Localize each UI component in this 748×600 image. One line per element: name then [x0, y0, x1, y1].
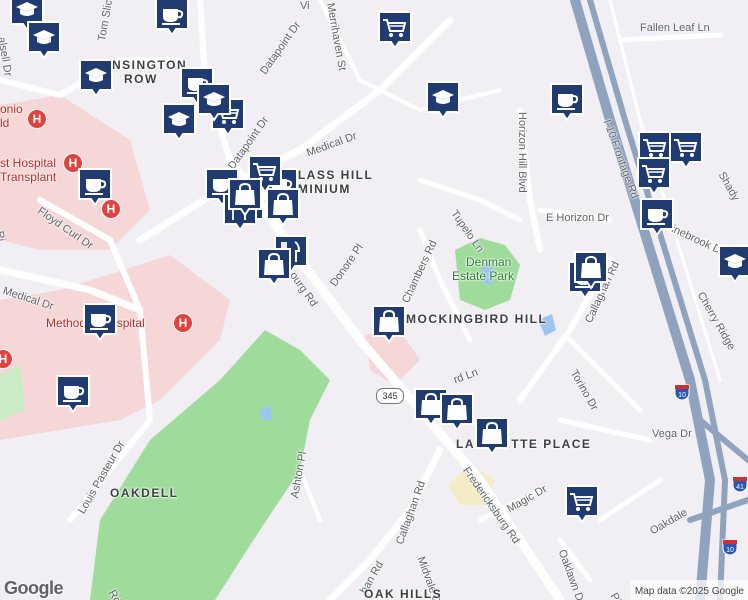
school-icon: [426, 81, 460, 120]
school-icon: [79, 59, 113, 98]
road-fallen-leaf: [617, 32, 723, 43]
shopping-bag-icon: [228, 178, 262, 217]
shopping-bag-icon: [372, 305, 406, 344]
interstate-10-a: 10: [673, 383, 691, 401]
shopping-bag-icon: [257, 248, 291, 287]
coffee-icon: [83, 303, 117, 342]
coffee-icon: [155, 0, 189, 37]
cart-icon: [565, 485, 599, 524]
map-marker[interactable]: [377, 10, 413, 50]
cart-icon: [378, 11, 412, 50]
hospital-icon[interactable]: H: [173, 313, 193, 333]
interstate-10-b: 10: [721, 538, 739, 556]
school-icon: [27, 21, 61, 60]
park-estate-park: Estate Park: [452, 269, 515, 283]
map-marker[interactable]: [265, 187, 301, 227]
cart-icon: [637, 157, 671, 196]
map-marker[interactable]: [474, 416, 510, 456]
area-mockingbird-hill: MOCKINGBIRD HILL: [406, 312, 548, 326]
map-marker[interactable]: [425, 80, 461, 120]
street-horizon-hill-blvd: Horizon Hill Blvd: [516, 112, 528, 193]
shopping-bag-icon: [266, 188, 300, 227]
park-denman: Denman: [466, 255, 512, 269]
shield-345: 345: [376, 388, 404, 404]
map-marker[interactable]: [668, 130, 704, 170]
road-oakdale: [597, 477, 663, 523]
shopping-bag-icon: [574, 251, 608, 290]
shopping-bag-icon: [440, 393, 474, 432]
coffee-icon: [550, 83, 584, 122]
map-marker[interactable]: [636, 156, 672, 196]
map-marker[interactable]: [26, 20, 62, 60]
map-attribution: Map data ©2025 Google: [634, 586, 744, 597]
area-glass-hill: GLASS HILL: [287, 168, 374, 182]
map-marker[interactable]: [439, 392, 475, 432]
map-marker[interactable]: [82, 302, 118, 342]
map-marker[interactable]: [549, 82, 585, 122]
map-marker[interactable]: [564, 484, 600, 524]
school-icon: [162, 103, 196, 142]
street-vega-dr: Vega Dr: [652, 428, 692, 440]
school-icon: [197, 83, 231, 122]
map-marker[interactable]: [77, 167, 113, 207]
map-marker[interactable]: [78, 58, 114, 98]
map-marker[interactable]: [371, 304, 407, 344]
area-kensington: NSINGTON: [112, 58, 188, 72]
street-e-horizon-dr: E Horizon Dr: [546, 212, 609, 224]
interstate-shield-number: 10: [726, 547, 734, 554]
hospital-antonio: onio: [0, 102, 23, 116]
street-fallen-leaf-ln: Fallen Leaf Ln: [640, 22, 710, 34]
hospital-transplant: Transplant: [0, 170, 57, 184]
map-marker[interactable]: [639, 197, 675, 237]
map-marker[interactable]: [717, 244, 748, 284]
coffee-icon: [640, 198, 674, 237]
road-tupelo: [417, 177, 523, 223]
coffee-icon: [78, 168, 112, 207]
map-marker[interactable]: [154, 0, 190, 37]
map-marker[interactable]: [196, 82, 232, 122]
area-oakdell: OAKDELL: [110, 486, 179, 500]
cart-icon: [669, 131, 703, 170]
hospital-icon[interactable]: H: [27, 109, 47, 129]
google-logo: Google: [4, 578, 64, 598]
map-marker[interactable]: [573, 250, 609, 290]
map-canvas[interactable]: Tom Slick Datapoint Dr Medical Dr Datapoint…: [0, 0, 748, 600]
area-row: ROW: [124, 72, 158, 86]
map-marker[interactable]: [55, 374, 91, 414]
interstate-shield-number: 41: [736, 484, 744, 491]
school-icon: [718, 245, 748, 284]
coffee-icon: [56, 375, 90, 414]
interstate-41: 41: [731, 475, 748, 493]
area-oak-hills: OAK HILLS: [364, 587, 443, 600]
map-attribution-box: Map data ©2025 Google: [630, 580, 748, 600]
hospital-methodist-north: st Hospital: [0, 156, 57, 170]
street-vi: Vi: [300, 0, 310, 12]
map-marker[interactable]: [256, 247, 292, 287]
hospital-ld: ld: [0, 116, 10, 130]
map-marker[interactable]: [227, 177, 263, 217]
interstate-shield-number: 10: [678, 392, 686, 399]
shopping-bag-icon: [475, 417, 509, 456]
interstate-i10-branch-2: [687, 497, 748, 523]
